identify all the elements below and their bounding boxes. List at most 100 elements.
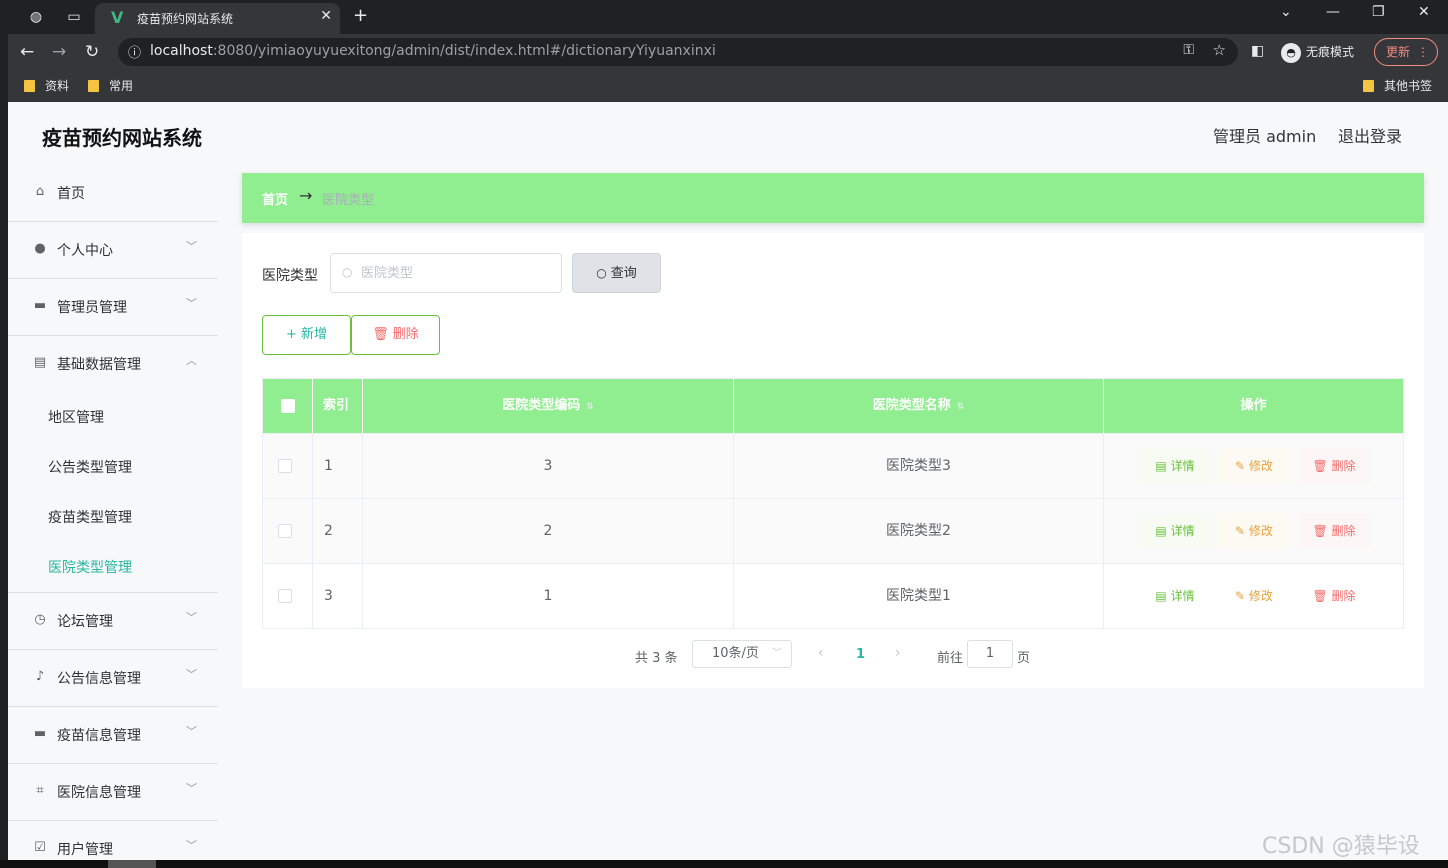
trash-icon: 🗑 <box>1312 459 1332 473</box>
other-bookmarks-label: 其他书签 <box>1384 79 1433 93</box>
other-bookmarks-folder[interactable]: 其他书签 <box>1363 77 1432 94</box>
edit-button[interactable]: ✎ 修改 <box>1218 448 1290 484</box>
os-taskbar <box>0 860 1448 868</box>
table-row: 2 2 医院类型2 ▤ 详情 ✎ 修改 🗑 删除 <box>263 498 1403 563</box>
bookmark-folder-2[interactable]: 常用 <box>88 77 133 94</box>
edit-button[interactable]: ✎ 修改 <box>1218 578 1290 614</box>
row-checkbox[interactable] <box>278 459 292 473</box>
sidebar-item-profile[interactable]: ● 个人中心 ﹀ <box>8 222 218 279</box>
sort-icon[interactable]: ⇅ <box>586 402 594 412</box>
globe-icon[interactable]: ◍ <box>26 7 46 27</box>
bookmark-folder-1[interactable]: 资料 <box>24 77 69 94</box>
cell-index: 2 <box>313 499 363 563</box>
query-button[interactable]: ○ 查询 <box>572 253 661 293</box>
header-name[interactable]: 医院类型名称 ⇅ <box>734 379 1104 433</box>
edit-icon: ✎ <box>1235 524 1249 538</box>
row-select-cell <box>263 564 313 628</box>
delete-label: 删除 <box>1331 524 1356 538</box>
browser-tab-bar: ◍ ▭ V 疫苗预约网站系统 ✕ + ⌄ — ❐ ✕ <box>8 0 1448 34</box>
address-bar[interactable]: ⓘ localhost:8080/yimiaoyuyuexitong/admin… <box>118 38 1238 66</box>
more-icon[interactable]: ⋮ <box>1417 39 1429 65</box>
goto-unit-label: 页 <box>1017 651 1031 666</box>
search-icon: ○ <box>342 265 353 279</box>
chevron-down-icon[interactable]: ⌄ <box>1280 4 1292 20</box>
info-icon[interactable]: ⓘ <box>128 42 141 61</box>
update-button[interactable]: 更新 ⋮ <box>1374 38 1438 66</box>
search-label: 医院类型 <box>262 268 318 284</box>
forward-icon[interactable]: → <box>52 40 66 64</box>
sidebar-item-label: 首页 <box>57 186 85 202</box>
minimize-icon[interactable]: — <box>1326 4 1340 20</box>
add-button[interactable]: + 新增 <box>262 315 351 355</box>
watermark: CSDN @猿毕设 <box>1262 834 1420 859</box>
detail-button[interactable]: ▤ 详情 <box>1139 448 1211 484</box>
batch-delete-button[interactable]: 🗑 删除 <box>351 315 440 355</box>
row-checkbox[interactable] <box>278 589 292 603</box>
header-code[interactable]: 医院类型编码 ⇅ <box>363 379 734 433</box>
header-actions: 操作 <box>1104 379 1403 433</box>
sidebar-item-notice[interactable]: ♪ 公告信息管理 ﹀ <box>8 650 218 707</box>
search-icon: ○ <box>596 266 607 280</box>
page-size-select[interactable]: 10条/页 ﹀ <box>692 640 792 668</box>
prev-page-icon[interactable]: ‹ <box>818 645 824 661</box>
sidebar-item-forum[interactable]: ◷ 论坛管理 ﹀ <box>8 593 218 650</box>
breadcrumb-home[interactable]: 首页 <box>262 189 288 208</box>
delete-button[interactable]: 🗑 删除 <box>1298 448 1370 484</box>
page-number-current[interactable]: 1 <box>856 647 865 662</box>
tab-close-icon[interactable]: ✕ <box>320 8 332 24</box>
url-text[interactable]: localhost:8080/yimiaoyuyuexitong/admin/d… <box>150 43 716 59</box>
goto-page-input[interactable]: 1 <box>967 640 1013 668</box>
chevron-down-icon: ﹀ <box>186 839 197 852</box>
delete-button[interactable]: 🗑 删除 <box>1298 578 1370 614</box>
back-icon[interactable]: ← <box>20 40 34 64</box>
detail-button[interactable]: ▤ 详情 <box>1139 513 1211 549</box>
admin-label: 管理员 admin <box>1213 127 1317 146</box>
edit-button[interactable]: ✎ 修改 <box>1218 513 1290 549</box>
delete-button[interactable]: 🗑 删除 <box>1298 513 1370 549</box>
user-icon: ● <box>34 241 46 256</box>
taskbar-item[interactable] <box>108 860 156 868</box>
sidebar-item-vaccine[interactable]: ▬ 疫苗信息管理 ﹀ <box>8 707 218 764</box>
chevron-down-icon: ﹀ <box>186 725 197 738</box>
new-tab-icon[interactable]: + <box>353 5 368 26</box>
clock-icon: ◷ <box>34 612 46 627</box>
sidebar-subitem-vaccine-type[interactable]: 疫苗类型管理 <box>48 507 132 527</box>
window-close-icon[interactable]: ✕ <box>1418 4 1430 20</box>
logout-button[interactable]: 退出登录 <box>1338 123 1402 147</box>
cell-code: 1 <box>363 564 734 628</box>
sidebar: ⌂ 首页 ● 个人中心 ﹀ ▬ 管理员管理 ﹀ ▤ 基础数据管理 ︿ 地区管理 … <box>8 165 218 860</box>
edit-icon: ✎ <box>1235 589 1249 603</box>
next-page-icon[interactable]: › <box>895 645 901 661</box>
detail-button[interactable]: ▤ 详情 <box>1139 578 1211 614</box>
browser-tab-active[interactable]: V 疫苗预约网站系统 ✕ <box>95 3 340 34</box>
reload-icon[interactable]: ↻ <box>85 40 99 64</box>
sidebar-item-admin[interactable]: ▬ 管理员管理 ﹀ <box>8 279 218 336</box>
search-input[interactable] <box>359 262 554 284</box>
microphone-icon: ♪ <box>35 669 45 684</box>
tab-list-icon[interactable]: ▭ <box>64 7 84 27</box>
key-icon[interactable]: ⚿ <box>1183 42 1194 58</box>
tab-title: 疫苗预约网站系统 <box>137 12 234 26</box>
briefcase-icon: ▬ <box>33 298 47 313</box>
window-edge <box>0 0 8 868</box>
row-checkbox[interactable] <box>278 524 292 538</box>
sidebar-subitem-notice-type[interactable]: 公告类型管理 <box>48 457 132 477</box>
sidebar-item-hospital[interactable]: ⌗ 医院信息管理 ﹀ <box>8 764 218 821</box>
sidebar-item-basic-data[interactable]: ▤ 基础数据管理 ︿ 地区管理 公告类型管理 疫苗类型管理 医院类型管理 <box>8 336 218 593</box>
sort-icon[interactable]: ⇅ <box>957 402 965 412</box>
sidebar-subitem-hospital-type[interactable]: 医院类型管理 <box>48 557 132 577</box>
sidebar-item-home[interactable]: ⌂ 首页 <box>8 165 218 222</box>
folder-icon <box>1363 80 1374 92</box>
delete-button-label: 删除 <box>392 327 419 342</box>
cell-name: 医院类型2 <box>734 499 1104 563</box>
header-name-label: 医院类型名称 <box>872 398 951 413</box>
select-all-checkbox[interactable] <box>281 399 295 413</box>
sidebar-item-users[interactable]: ☑ 用户管理 ﹀ <box>8 821 218 860</box>
star-icon[interactable]: ☆ <box>1213 41 1226 59</box>
header-index: 索引 <box>313 379 363 433</box>
incognito-indicator[interactable]: ◓ 无痕模式 <box>1281 40 1367 64</box>
search-field[interactable]: ○ <box>330 253 562 293</box>
side-panel-icon[interactable]: ◧ <box>1251 43 1264 59</box>
restore-icon[interactable]: ❐ <box>1372 4 1385 20</box>
sidebar-subitem-region[interactable]: 地区管理 <box>48 407 104 427</box>
